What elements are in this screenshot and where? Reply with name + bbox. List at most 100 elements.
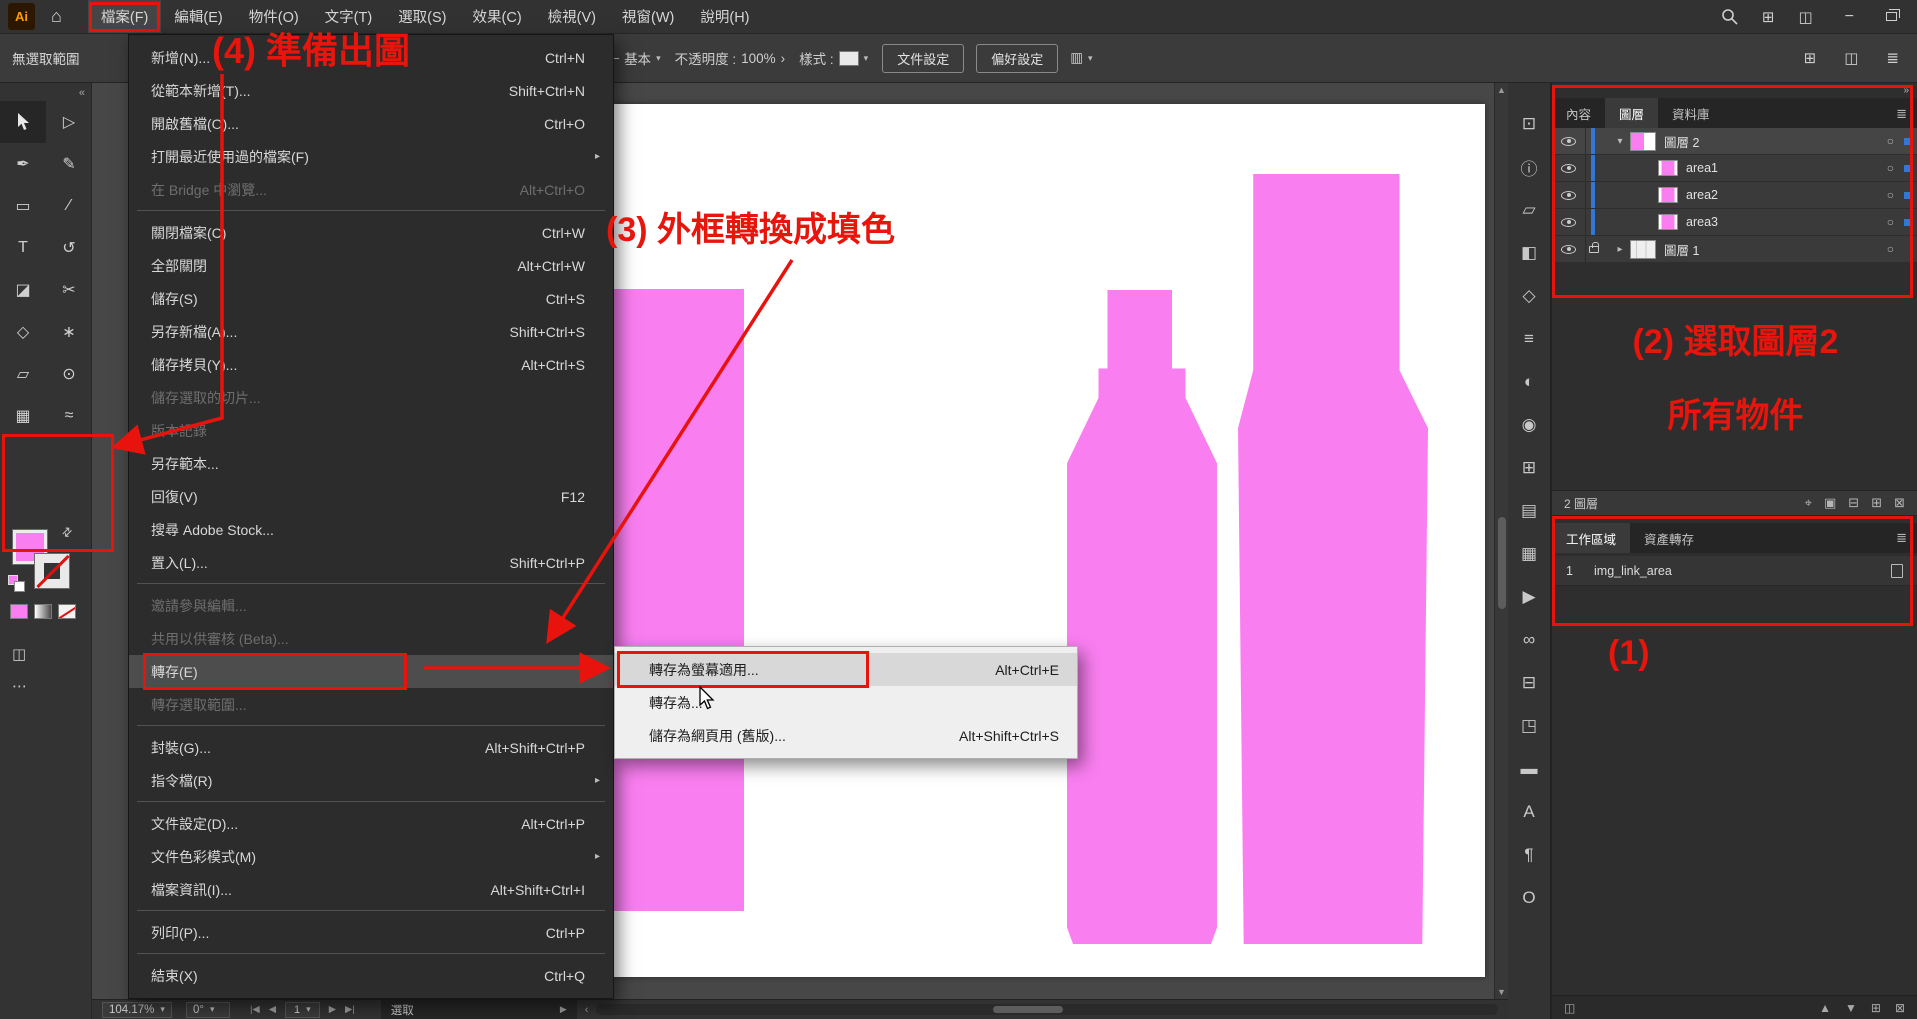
move-down-icon[interactable]: ▼ bbox=[1845, 1001, 1857, 1015]
opacity-caret-icon[interactable]: › bbox=[781, 51, 786, 66]
screen-mode-icon[interactable]: ◫ bbox=[12, 645, 26, 663]
rotate-tool[interactable]: ↺ bbox=[46, 227, 92, 269]
file-menu-item[interactable]: 在 Bridge 中瀏覽... Alt+Ctrl+O bbox=[129, 173, 613, 206]
artwork-bottle-large[interactable] bbox=[1238, 174, 1428, 944]
opacity-widget[interactable]: 不透明度 : 100% › bbox=[675, 48, 786, 68]
file-menu-item[interactable]: 從範本新增(T)... Shift+Ctrl+N bbox=[129, 74, 613, 107]
restore-button[interactable] bbox=[1886, 12, 1897, 21]
file-menu-item[interactable]: 開啟舊檔(O)... Ctrl+O bbox=[129, 107, 613, 140]
minimize-button[interactable]: − bbox=[1837, 8, 1862, 26]
layer-thumbnail[interactable] bbox=[1630, 240, 1656, 259]
submenu-item[interactable]: 轉存為... bbox=[615, 686, 1077, 719]
eraser-tool[interactable]: ◪ bbox=[0, 269, 46, 311]
type-tool[interactable]: T bbox=[0, 227, 46, 269]
list-icon[interactable]: ≣ bbox=[1886, 49, 1899, 67]
layer-row[interactable]: area1 ○ bbox=[1552, 155, 1917, 182]
target-circle-icon[interactable]: ○ bbox=[1887, 215, 1894, 229]
selection-tool[interactable] bbox=[0, 101, 46, 143]
file-menu-item[interactable]: 回復(V) F12 bbox=[129, 480, 613, 513]
file-menu-item[interactable]: 共用以供審核 (Beta)... bbox=[129, 622, 613, 655]
zoom-tool[interactable]: ⊙ bbox=[46, 353, 92, 395]
actions-icon[interactable]: ▶ bbox=[1514, 582, 1544, 612]
visibility-toggle[interactable] bbox=[1552, 128, 1586, 154]
collapse-panels-icon[interactable]: » bbox=[1903, 85, 1909, 96]
menubar-item[interactable]: 說明(H) bbox=[687, 0, 762, 33]
layer-name[interactable]: area3 bbox=[1686, 215, 1887, 229]
workspace-switcher-icon[interactable]: ◫ bbox=[1798, 8, 1812, 26]
menubar-item[interactable]: 編輯(E) bbox=[161, 0, 235, 33]
visibility-toggle[interactable] bbox=[1552, 209, 1586, 235]
layer-row[interactable]: ▾ 圖層 2 ○ bbox=[1552, 128, 1917, 155]
file-menu-item[interactable]: 文件設定(D)... Alt+Ctrl+P bbox=[129, 807, 613, 840]
layer-thumbnail[interactable] bbox=[1658, 160, 1678, 176]
align-widget[interactable]: ▥ ▾ bbox=[1070, 50, 1092, 66]
file-menu-item[interactable]: 儲存選取的切片... bbox=[129, 381, 613, 414]
file-menu-item[interactable]: 指令檔(R) ▸ bbox=[129, 764, 613, 797]
scrollbar-track[interactable] bbox=[1495, 97, 1508, 985]
menubar-item[interactable]: 效果(C) bbox=[460, 0, 535, 33]
move-up-icon[interactable]: ▲ bbox=[1819, 1001, 1831, 1015]
file-menu-item[interactable]: 版本記錄 bbox=[129, 414, 613, 447]
file-menu-item[interactable]: 儲存拷貝(Y)... Alt+Ctrl+S bbox=[129, 348, 613, 381]
target-circle-icon[interactable]: ○ bbox=[1887, 134, 1894, 148]
artboard-options-icon[interactable]: ◫ bbox=[1564, 1001, 1575, 1015]
menubar-item[interactable]: 檔案(F) bbox=[88, 0, 162, 33]
target-circle-icon[interactable]: ○ bbox=[1887, 188, 1894, 202]
file-menu-item[interactable]: 搜尋 Adobe Stock... bbox=[129, 513, 613, 546]
new-layer-icon[interactable]: ⊞ bbox=[1871, 495, 1882, 511]
blend-tool[interactable]: ∗ bbox=[46, 311, 92, 353]
layer-name[interactable]: area2 bbox=[1686, 188, 1887, 202]
paragraph-icon[interactable]: ¶ bbox=[1514, 840, 1544, 870]
swap-fill-stroke-icon[interactable]: ⇄ bbox=[59, 523, 76, 540]
scrollbar-thumb[interactable] bbox=[1498, 517, 1506, 609]
lock-cell[interactable] bbox=[1586, 128, 1602, 154]
scroll-up-icon[interactable]: ▲ bbox=[1497, 83, 1506, 97]
artboard-icon[interactable] bbox=[1891, 564, 1903, 578]
collapse-toolbar-icon[interactable]: « bbox=[79, 87, 85, 99]
artboard-name[interactable]: img_link_area bbox=[1594, 564, 1672, 578]
file-menu-item[interactable]: 置入(L)... Shift+Ctrl+P bbox=[129, 546, 613, 579]
previous-artboard-button[interactable]: ◀ bbox=[269, 1004, 276, 1015]
artboard-list-row[interactable]: 1 img_link_area bbox=[1552, 556, 1917, 586]
none-mode-button[interactable] bbox=[58, 604, 76, 619]
color-mode-button[interactable] bbox=[10, 604, 28, 619]
pen-tool[interactable]: ✒ bbox=[0, 143, 46, 185]
curvature-tool[interactable]: ✎ bbox=[46, 143, 92, 185]
panel-tab[interactable]: 內容 bbox=[1552, 98, 1605, 128]
panel-tab[interactable]: 資料庫 bbox=[1658, 98, 1724, 128]
lock-cell[interactable] bbox=[1586, 209, 1602, 235]
edit-toolbar-icon[interactable]: ⋯ bbox=[12, 677, 28, 695]
new-sublayer-icon[interactable]: ⊟ bbox=[1848, 495, 1859, 511]
pathfinder-icon[interactable]: ◧ bbox=[1514, 238, 1544, 268]
first-artboard-button[interactable]: |◀ bbox=[250, 1004, 260, 1015]
layer-thumbnail[interactable] bbox=[1630, 132, 1656, 151]
file-menu-item[interactable]: 檔案資訊(I)... Alt+Shift+Ctrl+I bbox=[129, 873, 613, 906]
panel-menu-icon[interactable]: ≣ bbox=[1896, 100, 1917, 128]
visibility-toggle[interactable] bbox=[1552, 236, 1586, 262]
layer-row[interactable]: area3 ○ bbox=[1552, 209, 1917, 236]
file-menu-item[interactable]: 轉存選取範圍... bbox=[129, 688, 613, 721]
file-menu-item[interactable]: 儲存(S) Ctrl+S bbox=[129, 282, 613, 315]
gradient-icon[interactable]: ◉ bbox=[1514, 410, 1544, 440]
make-mask-icon[interactable]: ▣ bbox=[1824, 495, 1836, 511]
panel-menu-icon[interactable]: ≣ bbox=[1896, 523, 1917, 553]
info-icon[interactable]: ⓘ bbox=[1514, 152, 1544, 182]
target-circle-icon[interactable]: ○ bbox=[1887, 242, 1894, 256]
file-menu-item[interactable]: 文件色彩模式(M) ▸ bbox=[129, 840, 613, 873]
file-menu-item[interactable]: 全部關閉 Alt+Ctrl+W bbox=[129, 249, 613, 282]
character-icon[interactable]: A bbox=[1514, 797, 1544, 827]
document-setup-button[interactable]: 文件設定 bbox=[882, 44, 964, 73]
opentype-icon[interactable]: O bbox=[1514, 883, 1544, 913]
transform-icon[interactable]: ▱ bbox=[1514, 195, 1544, 225]
expand-chevron-icon[interactable]: ▸ bbox=[1610, 244, 1630, 255]
visibility-toggle[interactable] bbox=[1552, 155, 1586, 181]
stroke-icon[interactable]: ≡ bbox=[1514, 324, 1544, 354]
artboard-number-dropdown[interactable]: 1 ▾ bbox=[285, 1002, 320, 1018]
scroll-down-icon[interactable]: ▼ bbox=[1497, 985, 1506, 999]
new-artboard-icon[interactable]: ⊞ bbox=[1871, 1001, 1881, 1015]
menubar-item[interactable]: 視窗(W) bbox=[609, 0, 687, 33]
home-icon[interactable]: ⌂ bbox=[51, 6, 62, 27]
gradient-mode-button[interactable] bbox=[34, 604, 52, 619]
file-menu-item[interactable]: 打開最近使用過的檔案(F) ▸ bbox=[129, 140, 613, 173]
mesh-tool[interactable]: ▦ bbox=[0, 395, 46, 437]
